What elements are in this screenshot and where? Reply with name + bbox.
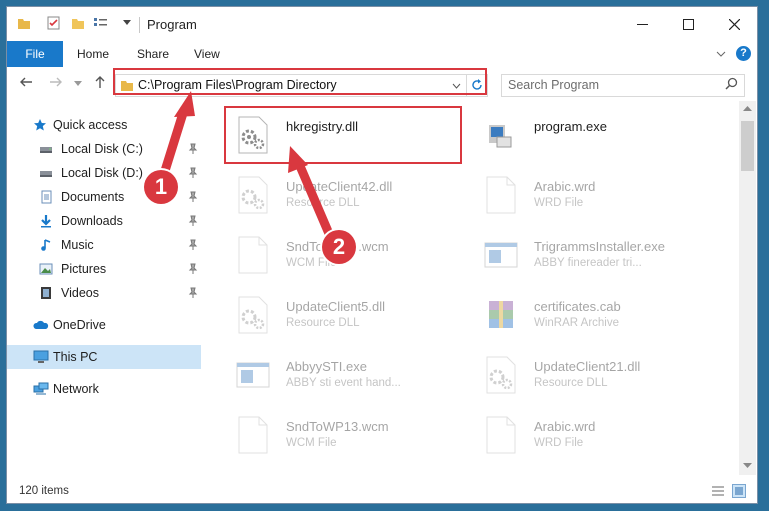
arrow-2-line bbox=[295, 161, 335, 241]
step-2-badge: 2 bbox=[322, 230, 356, 264]
step-1-badge: 1 bbox=[144, 170, 178, 204]
arrow-1-line bbox=[159, 105, 189, 179]
arrow-1-head bbox=[174, 91, 195, 117]
annotation-arrows bbox=[159, 91, 335, 241]
